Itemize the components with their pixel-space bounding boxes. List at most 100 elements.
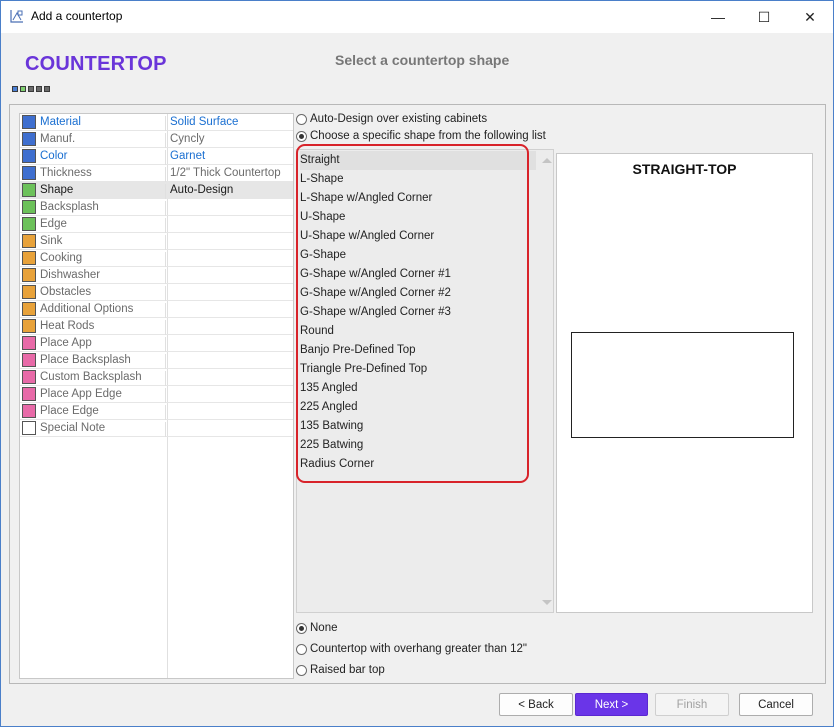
property-row-color[interactable]: Color Garnet bbox=[20, 148, 293, 165]
minimize-icon: — bbox=[711, 9, 725, 25]
shape-list[interactable]: Radius Corner 225 Batwing 135 Batwing 225 A… bbox=[296, 144, 554, 613]
raised-bar-top-label: Raised bar top bbox=[310, 664, 385, 676]
property-row-dishwasher[interactable]: Dishwasher bbox=[20, 267, 293, 284]
cancel-button[interactable]: Cancel bbox=[739, 693, 813, 716]
shape-preview: STRAIGHT-TOP bbox=[556, 153, 813, 613]
shape-option[interactable]: G-Shape w/Angled Corner #3 bbox=[300, 303, 536, 322]
property-row-shape[interactable]: Shape Auto-Design bbox=[20, 182, 293, 199]
property-row-sink[interactable]: Sink bbox=[20, 233, 293, 250]
property-value: Cyncly bbox=[170, 133, 205, 145]
shape-option[interactable]: Banjo Pre-Defined Top bbox=[300, 341, 536, 360]
shape-option[interactable]: U-Shape w/Angled Corner bbox=[300, 227, 536, 246]
overhang-greater-radio[interactable]: Countertop with overhang greater than 12… bbox=[296, 643, 527, 655]
category-swatch-icon bbox=[22, 404, 36, 418]
scroll-up-icon[interactable] bbox=[542, 158, 552, 163]
property-name: Place App Edge bbox=[40, 388, 166, 403]
property-name: Custom Backsplash bbox=[40, 371, 166, 386]
property-name: Sink bbox=[40, 235, 166, 250]
finish-button[interactable]: Finish bbox=[655, 693, 729, 716]
step-progress bbox=[12, 86, 50, 92]
property-name: Cooking bbox=[40, 252, 166, 267]
main-panel: Material Solid Surface Manuf. Cyncly Color Ga… bbox=[9, 104, 826, 684]
property-row-special-note[interactable]: Special Note bbox=[20, 420, 293, 437]
minimize-button[interactable]: — bbox=[695, 1, 741, 33]
auto-design-label: Auto-Design over existing cabinets bbox=[310, 113, 488, 125]
progress-step-1 bbox=[12, 86, 18, 92]
radio-indicator bbox=[296, 130, 307, 142]
preview-title: STRAIGHT-TOP bbox=[632, 161, 737, 177]
radio-indicator bbox=[296, 643, 307, 655]
property-name: Material bbox=[40, 116, 166, 131]
property-name: Obstacles bbox=[40, 286, 166, 301]
next-button[interactable]: Next > bbox=[575, 693, 648, 716]
maximize-button[interactable]: ☐ bbox=[741, 1, 787, 33]
property-row-custom-backsplash[interactable]: Custom Backsplash bbox=[20, 369, 293, 386]
property-row-obstacles[interactable]: Obstacles bbox=[20, 284, 293, 301]
property-row-place-app-edge[interactable]: Place App Edge bbox=[20, 386, 293, 403]
category-swatch-icon bbox=[22, 302, 36, 316]
raised-bar-top-radio[interactable]: Raised bar top bbox=[296, 664, 385, 676]
scroll-down-icon[interactable] bbox=[542, 600, 552, 605]
step-subtitle: Select a countertop shape bbox=[335, 52, 510, 68]
shape-option[interactable]: G-Shape w/Angled Corner #2 bbox=[300, 284, 536, 303]
category-swatch-icon bbox=[22, 387, 36, 401]
overhang-none-radio[interactable]: None bbox=[296, 622, 338, 634]
close-button[interactable]: ✕ bbox=[787, 1, 833, 33]
category-swatch-icon bbox=[22, 132, 36, 146]
property-row-manuf-[interactable]: Manuf. Cyncly bbox=[20, 131, 293, 148]
shape-list-scrollbar[interactable] bbox=[539, 150, 554, 612]
property-value: 1/2" Thick Countertop bbox=[170, 167, 281, 179]
back-button[interactable]: < Back bbox=[499, 693, 573, 716]
progress-step-4 bbox=[36, 86, 42, 92]
property-name: Backsplash bbox=[40, 201, 166, 216]
shape-option[interactable]: 135 Batwing bbox=[300, 417, 536, 436]
shape-option[interactable]: Round bbox=[300, 322, 536, 341]
property-row-backsplash[interactable]: Backsplash bbox=[20, 199, 293, 216]
radio-indicator bbox=[296, 113, 307, 125]
property-row-cooking[interactable]: Cooking bbox=[20, 250, 293, 267]
radio-indicator bbox=[296, 664, 307, 676]
property-row-heat-rods[interactable]: Heat Rods bbox=[20, 318, 293, 335]
window-title: Add a countertop bbox=[31, 9, 123, 23]
close-icon: ✕ bbox=[804, 8, 816, 25]
shape-option[interactable]: Triangle Pre-Defined Top bbox=[300, 360, 536, 379]
specific-shape-radio[interactable]: Choose a specific shape from the followi… bbox=[296, 130, 546, 142]
shape-option[interactable]: L-Shape bbox=[300, 170, 536, 189]
app-icon bbox=[10, 10, 23, 23]
shape-option[interactable]: 135 Angled bbox=[300, 379, 536, 398]
category-swatch-icon bbox=[22, 319, 36, 333]
property-row-place-app[interactable]: Place App bbox=[20, 335, 293, 352]
preview-countertop-shape bbox=[571, 332, 794, 438]
shape-option[interactable]: L-Shape w/Angled Corner bbox=[300, 189, 536, 208]
shape-option[interactable]: Radius Corner bbox=[300, 455, 536, 474]
brand-title: COUNTERTOP bbox=[25, 53, 167, 75]
category-swatch-icon bbox=[22, 217, 36, 231]
overhang-greater-label: Countertop with overhang greater than 12… bbox=[310, 643, 527, 655]
category-swatch-icon bbox=[22, 183, 36, 197]
category-swatch-icon bbox=[22, 200, 36, 214]
property-name: Place Backsplash bbox=[40, 354, 166, 369]
auto-design-radio[interactable]: Auto-Design over existing cabinets bbox=[296, 113, 487, 125]
property-row-thickness[interactable]: Thickness 1/2" Thick Countertop bbox=[20, 165, 293, 182]
category-swatch-icon bbox=[22, 336, 36, 350]
category-swatch-icon bbox=[22, 268, 36, 282]
property-row-material[interactable]: Material Solid Surface bbox=[20, 114, 293, 131]
shape-option[interactable]: U-Shape bbox=[300, 208, 536, 227]
property-name: Edge bbox=[40, 218, 166, 233]
shape-option[interactable]: Straight bbox=[300, 151, 536, 170]
property-name: Place App bbox=[40, 337, 166, 352]
shape-option[interactable]: 225 Angled bbox=[300, 398, 536, 417]
title-bar: Add a countertop — ☐ ✕ bbox=[1, 1, 833, 33]
shape-option[interactable]: G-Shape w/Angled Corner #1 bbox=[300, 265, 536, 284]
property-name: Manuf. bbox=[40, 133, 166, 148]
property-row-additional-options[interactable]: Additional Options bbox=[20, 301, 293, 318]
shape-option[interactable]: 225 Batwing bbox=[300, 436, 536, 455]
category-swatch-icon bbox=[22, 149, 36, 163]
property-name: Dishwasher bbox=[40, 269, 166, 284]
property-row-edge[interactable]: Edge bbox=[20, 216, 293, 233]
property-row-place-edge[interactable]: Place Edge bbox=[20, 403, 293, 420]
property-row-place-backsplash[interactable]: Place Backsplash bbox=[20, 352, 293, 369]
shape-option[interactable]: G-Shape bbox=[300, 246, 536, 265]
wizard-header: COUNTERTOP Select a countertop shape bbox=[1, 33, 833, 99]
category-swatch-icon bbox=[22, 370, 36, 384]
